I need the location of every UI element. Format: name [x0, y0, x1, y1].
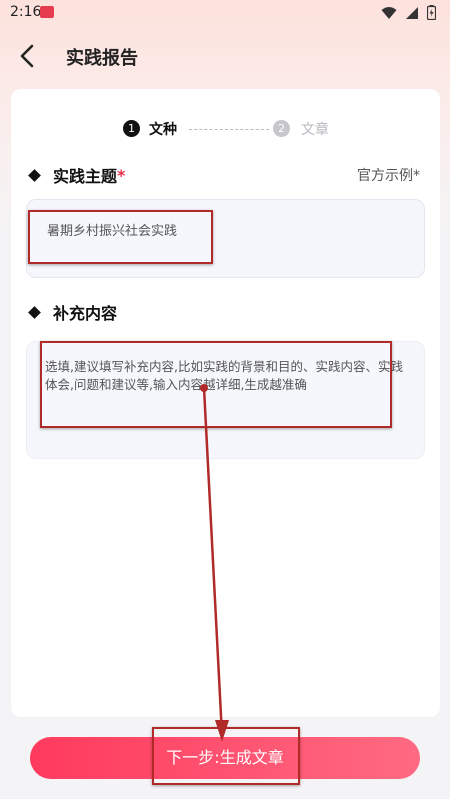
step-2-label: 文章 — [301, 122, 329, 138]
stepper: 1 文种 2 文章 — [123, 119, 353, 139]
step-1-number: 1 — [123, 120, 140, 137]
app-header: 实践报告 — [0, 34, 450, 78]
wifi-icon — [381, 6, 397, 19]
step-connector — [189, 129, 269, 130]
diamond-bullet-icon — [28, 168, 41, 182]
back-arrow-icon[interactable] — [14, 42, 42, 70]
topic-section-header: 实践主题 * — [28, 163, 125, 187]
supplement-label: 补充内容 — [53, 304, 118, 323]
notification-icon — [40, 6, 54, 18]
topic-label: 实践主题 — [53, 167, 118, 186]
diamond-bullet-icon — [28, 305, 41, 319]
annotation-box-topic — [28, 210, 213, 264]
supplement-section-header: 补充内容 — [28, 300, 117, 324]
annotation-box-next-button — [152, 727, 300, 785]
status-time: 2:16 — [10, 4, 42, 20]
signal-icon — [406, 6, 418, 19]
status-icons — [381, 5, 436, 20]
official-example-link[interactable]: 官方示例* — [357, 165, 420, 185]
required-mark: * — [117, 165, 126, 185]
step-1-label: 文种 — [149, 122, 177, 138]
page-title: 实践报告 — [66, 48, 138, 69]
status-bar: 2:16 — [0, 0, 450, 26]
step-2-number: 2 — [273, 120, 290, 137]
annotation-box-supplement — [40, 341, 392, 428]
battery-icon — [427, 5, 436, 20]
